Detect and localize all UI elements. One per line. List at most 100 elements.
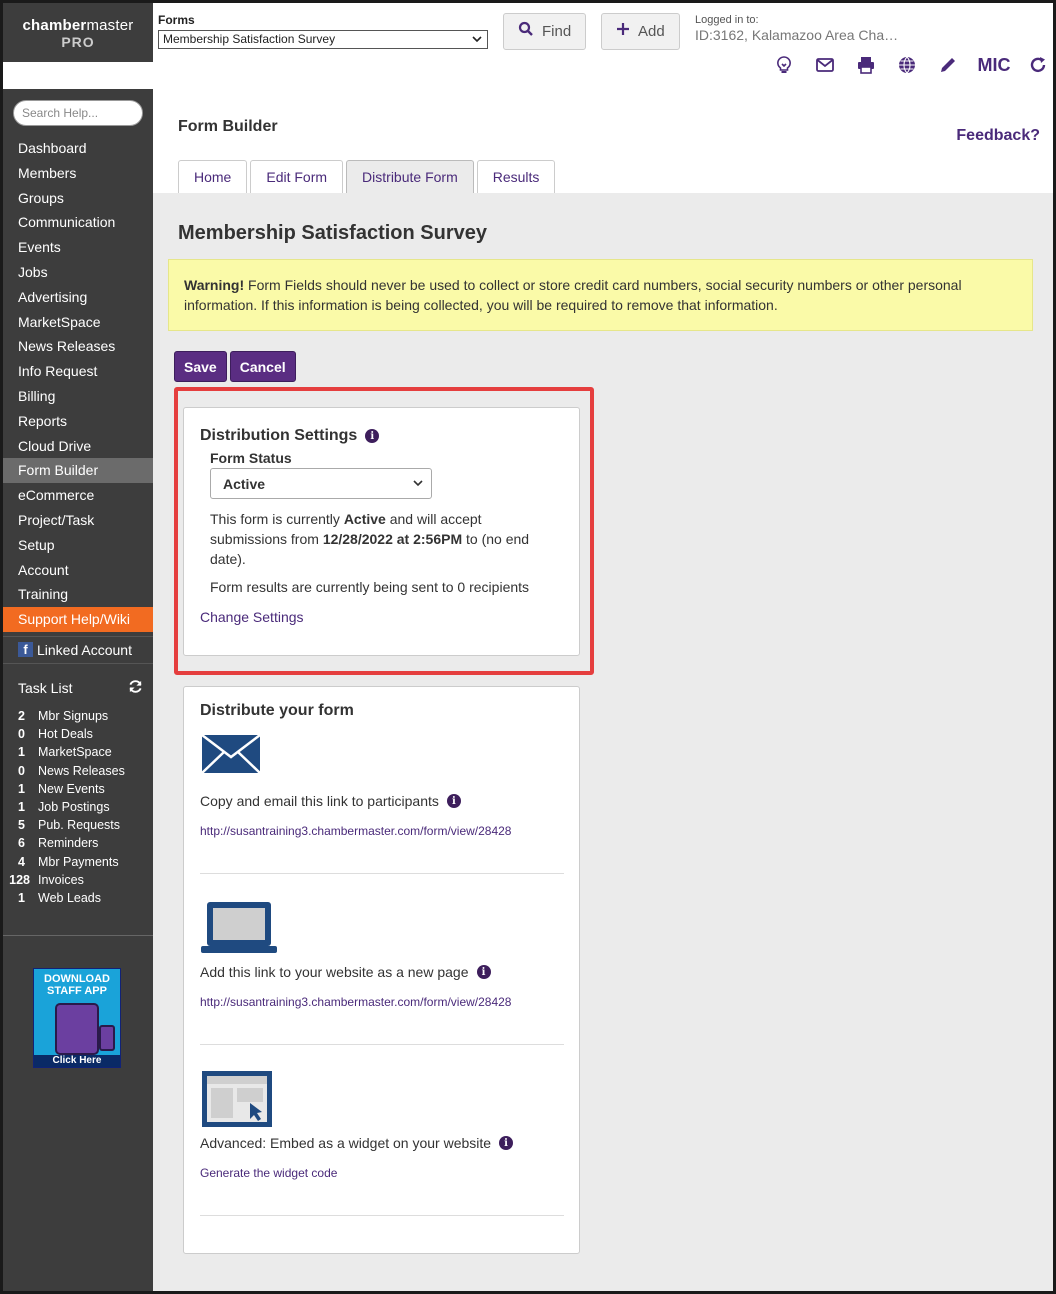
sidebar-item-dashboard[interactable]: Dashboard: [3, 136, 153, 161]
app-window: chambermaster PRO Forms Membership Satis…: [0, 0, 1056, 1294]
sidebar-item-cloud-drive[interactable]: Cloud Drive: [3, 434, 153, 459]
sidebar-item-form-builder[interactable]: Form Builder: [3, 458, 153, 484]
chambermaster-logo[interactable]: chambermaster PRO: [3, 3, 153, 62]
task-row[interactable]: 4 Mbr Payments: [3, 855, 153, 873]
pencil-icon[interactable]: [927, 53, 968, 77]
info-icon[interactable]: i: [476, 965, 491, 979]
desc-status: Active: [343, 511, 386, 527]
form-status-value: Active: [223, 476, 266, 492]
sidebar-item-advertising[interactable]: Advertising: [3, 285, 153, 310]
distribute-form-card: Distribute your form Copy and email this…: [183, 686, 580, 1254]
form-status-select[interactable]: Active: [210, 468, 432, 499]
task-list: 2 Mbr Signups 0 Hot Deals 1 MarketSpace 0 News …: [3, 709, 153, 909]
desc-part: This form is currently: [210, 511, 344, 527]
sidebar-item-account[interactable]: Account: [3, 558, 153, 583]
generate-widget-code-link[interactable]: Generate the widget code: [200, 1166, 337, 1180]
search-help-input[interactable]: Search Help...: [13, 100, 143, 126]
mail-icon[interactable]: [804, 53, 845, 77]
sidebar-item-news-releases[interactable]: News Releases: [3, 334, 153, 359]
add-button[interactable]: Add: [601, 13, 680, 50]
task-row[interactable]: 6 Reminders: [3, 836, 153, 854]
website-form-link[interactable]: http://susantraining3.chambermaster.com/…: [200, 995, 511, 1009]
sidebar-item-jobs[interactable]: Jobs: [3, 260, 153, 285]
task-row[interactable]: 0 News Releases: [3, 764, 153, 782]
survey-title: Membership Satisfaction Survey: [178, 222, 487, 244]
task-row[interactable]: 2 Mbr Signups: [3, 709, 153, 727]
task-count: 1: [18, 745, 25, 760]
print-icon[interactable]: [845, 53, 886, 77]
phone-icon: [99, 1025, 115, 1051]
info-icon[interactable]: i: [446, 794, 461, 808]
form-status-label: Form Status: [210, 450, 292, 466]
desc-date: 12/28/2022 at 2:56PM: [322, 531, 463, 547]
mic-button[interactable]: MIC: [968, 55, 1020, 76]
sidebar-item-communication[interactable]: Communication: [3, 210, 153, 235]
globe-icon[interactable]: [886, 53, 927, 77]
logo-text-bold: chamber: [22, 17, 87, 34]
task-list-title: Task List: [18, 680, 73, 696]
task-row[interactable]: 0 Hot Deals: [3, 727, 153, 745]
chevron-down-icon: [471, 33, 483, 48]
linked-account-link[interactable]: f Linked Account: [3, 635, 153, 664]
sidebar-item-info-request[interactable]: Info Request: [3, 359, 153, 384]
email-form-link[interactable]: http://susantraining3.chambermaster.com/…: [200, 824, 511, 838]
tab-results[interactable]: Results: [476, 160, 556, 193]
task-label: Pub. Requests: [38, 818, 120, 833]
sidebar-item-project-task[interactable]: Project/Task: [3, 508, 153, 533]
info-icon[interactable]: i: [365, 429, 380, 443]
facebook-icon: f: [18, 642, 33, 658]
promo-click-here: Click Here: [34, 1055, 120, 1067]
tab-home[interactable]: Home: [178, 160, 248, 193]
distribution-settings-heading: Distribution Settings i: [200, 427, 380, 445]
header-toolbar: MIC: [763, 53, 1053, 77]
refresh-icon[interactable]: [128, 679, 143, 697]
task-row[interactable]: 1 Job Postings: [3, 800, 153, 818]
task-label: Job Postings: [38, 799, 110, 814]
distribution-settings-title: Distribution Settings: [200, 427, 358, 444]
distribute-item-label: Copy and email this link to participants…: [200, 793, 461, 809]
task-row[interactable]: 5 Pub. Requests: [3, 818, 153, 836]
refresh-icon[interactable]: [1020, 53, 1053, 77]
sidebar: Search Help... Dashboard Members Groups Com…: [3, 89, 153, 1291]
tab-edit-form[interactable]: Edit Form: [250, 160, 344, 193]
download-staff-app-promo[interactable]: DOWNLOAD STAFF APP Click Here: [33, 968, 121, 1068]
find-button[interactable]: Find: [503, 13, 587, 50]
change-settings-link[interactable]: Change Settings: [200, 609, 304, 625]
sidebar-item-events[interactable]: Events: [3, 235, 153, 260]
plus-icon: [616, 22, 630, 41]
sidebar-item-groups[interactable]: Groups: [3, 186, 153, 211]
sidebar-item-setup[interactable]: Setup: [3, 533, 153, 558]
distribution-settings-card: Distribution Settings i Form Status Acti…: [183, 407, 580, 656]
feedback-link[interactable]: Feedback?: [956, 127, 1040, 145]
warning-banner: Warning! Form Fields should never be use…: [168, 259, 1033, 331]
task-row[interactable]: 128 Invoices: [3, 873, 153, 891]
sidebar-item-reports[interactable]: Reports: [3, 409, 153, 434]
task-row[interactable]: 1 Web Leads: [3, 891, 153, 909]
save-button[interactable]: Save: [174, 351, 227, 382]
task-row[interactable]: 1 MarketSpace: [3, 745, 153, 763]
recipients-text: Form results are currently being sent to…: [210, 579, 530, 595]
envelope-icon: [200, 733, 280, 793]
find-label: Find: [542, 23, 572, 40]
sidebar-item-support-help-wiki[interactable]: Support Help/Wiki: [3, 607, 153, 632]
sidebar-item-training[interactable]: Training: [3, 582, 153, 607]
tab-distribute-form[interactable]: Distribute Form: [346, 160, 474, 193]
task-row[interactable]: 1 New Events: [3, 782, 153, 800]
task-label: New Events: [38, 781, 105, 796]
sidebar-item-billing[interactable]: Billing: [3, 384, 153, 409]
sidebar-item-ecommerce[interactable]: eCommerce: [3, 483, 153, 508]
task-label: MarketSpace: [38, 745, 112, 760]
sidebar-item-members[interactable]: Members: [3, 161, 153, 186]
form-builder-tabs: Home Edit Form Distribute Form Results: [178, 160, 556, 193]
info-icon[interactable]: i: [499, 1136, 514, 1150]
logged-in-org: ID:3162, Kalamazoo Area Cha…: [695, 27, 899, 43]
sidebar-item-marketspace[interactable]: MarketSpace: [3, 310, 153, 335]
forms-select[interactable]: Membership Satisfaction Survey: [158, 30, 488, 49]
search-icon: [518, 21, 534, 42]
cancel-button[interactable]: Cancel: [229, 351, 296, 382]
logo-pro: PRO: [61, 34, 95, 50]
lightbulb-icon[interactable]: [763, 53, 804, 77]
form-status-description: This form is currently Active and will a…: [210, 509, 550, 569]
distribute-widget-section: Advanced: Embed as a widget on your webs…: [200, 1045, 564, 1216]
forms-label: Forms: [158, 13, 195, 27]
